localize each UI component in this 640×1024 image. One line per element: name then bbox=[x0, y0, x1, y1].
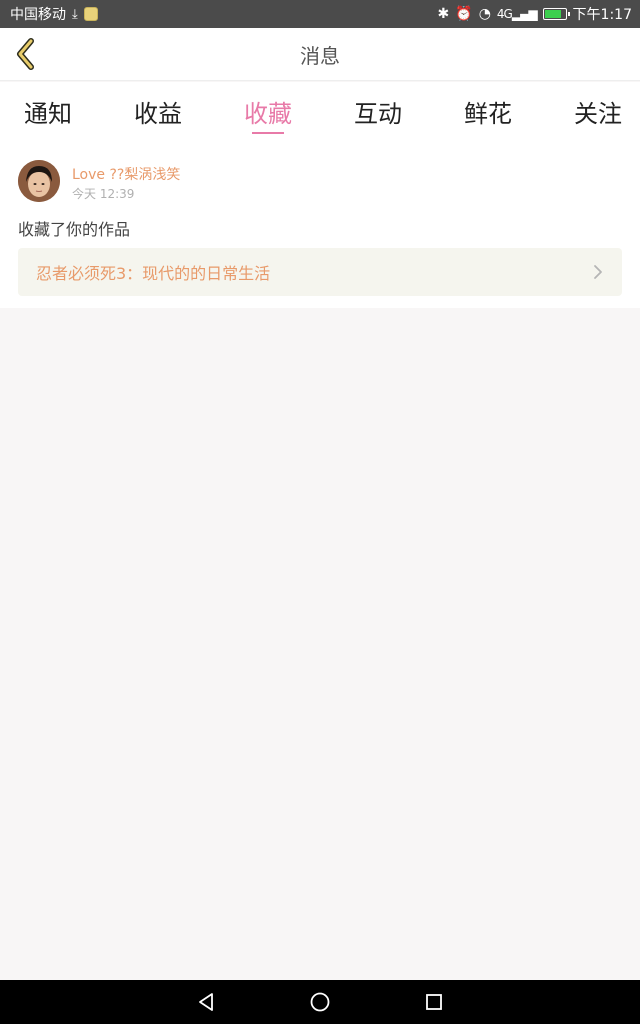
nav-home-button[interactable] bbox=[308, 990, 332, 1014]
system-nav-bar bbox=[0, 980, 640, 1024]
download-icon: ⤓ bbox=[72, 6, 78, 22]
nav-back-button[interactable] bbox=[194, 990, 218, 1014]
carrier-label: 中国移动 bbox=[10, 7, 66, 23]
status-time: 下午1:17 bbox=[572, 7, 632, 23]
header-bar: 消息 bbox=[0, 28, 640, 81]
active-tab-indicator bbox=[252, 132, 284, 134]
wifi-icon: ◔ bbox=[478, 6, 491, 22]
tab-label: 关注 bbox=[574, 100, 622, 128]
square-recents-icon bbox=[426, 994, 442, 1010]
tab-label: 收益 bbox=[134, 100, 182, 128]
tab-label: 鲜花 bbox=[464, 100, 512, 128]
user-name[interactable]: Love ??梨涡浅笑 bbox=[72, 164, 180, 184]
nav-recents-button[interactable] bbox=[422, 990, 446, 1014]
tab-notifications[interactable]: 通知 bbox=[24, 82, 72, 144]
network-type: 4G bbox=[496, 7, 513, 21]
avatar[interactable] bbox=[18, 160, 60, 202]
status-right: ✱ ⏰ ◔ 4G▂▄▆ 下午1:17 bbox=[438, 4, 632, 24]
triangle-back-icon bbox=[199, 993, 213, 1011]
work-link[interactable]: 忍者必须死3：现代的的日常生活 bbox=[18, 248, 622, 296]
chevron-left-icon bbox=[17, 38, 34, 70]
signal-icon: 4G▂▄▆ bbox=[496, 7, 538, 21]
battery-icon bbox=[542, 8, 570, 20]
notification-card: Love ??梨涡浅笑 今天 12:39 收藏了你的作品 忍者必须死3：现代的的… bbox=[0, 144, 640, 308]
tab-interactions[interactable]: 互动 bbox=[354, 82, 402, 144]
tab-label: 收藏 bbox=[244, 100, 292, 128]
circle-home-icon bbox=[310, 992, 330, 1012]
tab-label: 互动 bbox=[354, 100, 402, 128]
tab-earnings[interactable]: 收益 bbox=[134, 82, 182, 144]
message-tabs: 通知 收益 收藏 互动 鲜花 关注 bbox=[0, 82, 640, 144]
app-notification-icon bbox=[83, 7, 98, 21]
status-left: 中国移动 ⤓ bbox=[10, 4, 98, 24]
tab-favorites[interactable]: 收藏 bbox=[244, 82, 292, 144]
work-title: 忍者必须死3：现代的的日常生活 bbox=[36, 264, 271, 283]
tab-label: 通知 bbox=[24, 100, 72, 128]
notification-text: 收藏了你的作品 bbox=[18, 220, 131, 239]
alarm-icon: ⏰ bbox=[455, 6, 473, 22]
battery-fill bbox=[544, 10, 561, 18]
avatar-image bbox=[18, 160, 60, 202]
timestamp: 今天 12:39 bbox=[72, 187, 135, 201]
page-title: 消息 bbox=[300, 43, 340, 68]
tab-follows[interactable]: 关注 bbox=[574, 82, 622, 144]
status-bar: 中国移动 ⤓ ✱ ⏰ ◔ 4G▂▄▆ 下午1:17 bbox=[0, 0, 640, 28]
tab-flowers[interactable]: 鲜花 bbox=[464, 82, 512, 144]
bluetooth-icon: ✱ bbox=[437, 6, 450, 22]
chevron-right-icon bbox=[594, 265, 602, 279]
back-button[interactable] bbox=[8, 36, 44, 72]
